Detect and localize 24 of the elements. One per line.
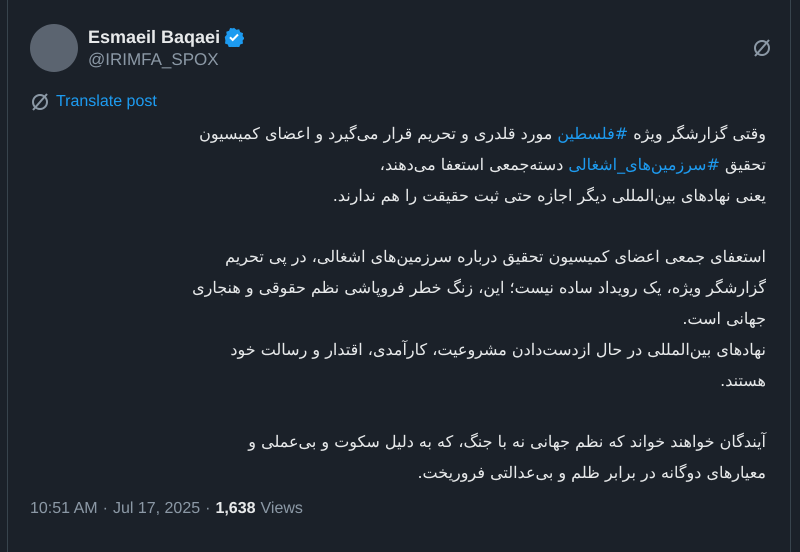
post-text-line: جهانی است. bbox=[681, 308, 766, 330]
author-name[interactable]: Esmaeil Baqaei bbox=[88, 26, 220, 48]
post-text-line: هستند. bbox=[719, 370, 766, 392]
author-handle[interactable]: @IRIMFA_SPOX bbox=[88, 50, 742, 70]
post-text-line: استعفای جمعی اعضای کمیسیون تحقیق درباره سرزمین‌های اشغالی، در پی تحریم bbox=[224, 246, 766, 268]
view-count: 1,638 bbox=[215, 500, 256, 518]
translate-icon bbox=[752, 38, 772, 58]
separator: · bbox=[205, 500, 210, 518]
post-text-line: تحقیق #سرزمین‌های_اشغالی دسته‌جمعی استعفا می‌دهند، bbox=[378, 154, 766, 176]
post-text-line: گزارشگر ویژه، یک رویداد ساده نیست؛ این، زنگ خطر فروپاشی نظم حقوقی و هنجاری bbox=[191, 277, 766, 299]
hashtag-link[interactable]: #سرزمین‌های_اشغالی bbox=[568, 155, 720, 174]
post-text-line: معیارهای دوگانه در برابر ظلم و بی‌عدالتی فروریخت. bbox=[416, 462, 766, 484]
post-date[interactable]: Jul 17, 2025 bbox=[112, 500, 200, 518]
post-text-line: یعنی نهادهای بین‌المللی دیگر اجازه حتی ثبت حقیقت را هم ندارند. bbox=[332, 185, 766, 207]
hashtag-link[interactable]: #فلسطین bbox=[557, 124, 628, 143]
post-text-line: آیندگان خواهند خواند که نظم جهانی نه با جنگ، که به دلیل سکوت و بی‌عملی و bbox=[246, 431, 766, 453]
post-time[interactable]: 10:51 AM bbox=[30, 500, 98, 518]
translate-link[interactable]: Translate post bbox=[56, 93, 157, 111]
separator: · bbox=[102, 500, 108, 518]
views-label: Views bbox=[260, 500, 303, 518]
post-text-line: نهادهای بین‌المللی در حال ازدست‌دادن مشروعیت، کارآمدی، اقتدار و رسالت خود bbox=[229, 339, 766, 361]
avatar[interactable] bbox=[30, 24, 78, 72]
post-text-line: وقتی گزارشگر ویژه #فلسطین مورد قلدری و تحریم قرار می‌گیرد و اعضای کمیسیون bbox=[198, 123, 766, 145]
translate-icon bbox=[30, 92, 50, 112]
